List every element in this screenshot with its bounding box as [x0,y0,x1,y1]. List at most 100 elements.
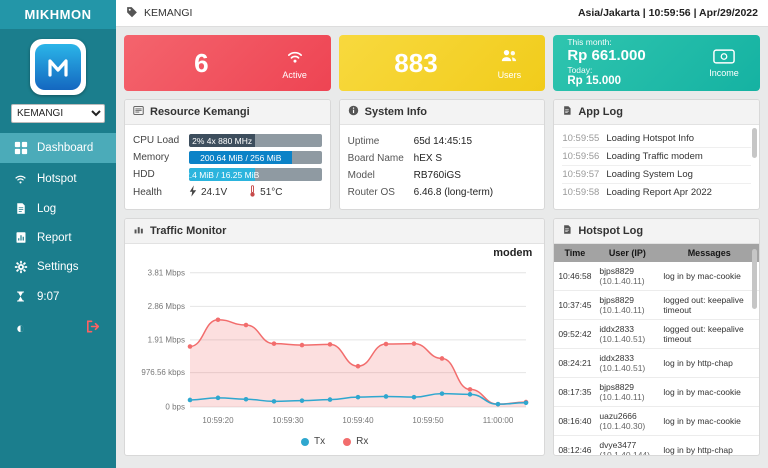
dashboard-icon [13,141,28,155]
cpu-load-bar-text: 2% 4x 880 MHz [192,135,253,146]
chart-legend: Tx Rx [133,436,536,447]
svg-text:976.56 kbps: 976.56 kbps [141,368,185,377]
main-area: KEMANGI Asia/Jakarta | 10:59:56 | Apr/29… [116,0,768,468]
income-card[interactable]: This month: Rp 661.000 Today: Rp 15.000 … [553,35,760,91]
si-value: hEX S [413,153,443,164]
money-icon [713,48,735,66]
sidebar-item-label: Report [37,231,72,244]
si-value: 6.46.8 (long-term) [413,187,494,198]
memory-row: Memory 200.64 MiB / 256 MiB [133,151,322,164]
info-icon [348,105,359,119]
scrollbar-thumb[interactable] [752,128,757,158]
gear-icon [13,260,28,274]
app-log-row: 10:59:57 Loading System Log [562,166,751,184]
hdd-bar-fill: 2.4 MiB / 16.25 MiB [189,168,259,181]
al-message: Loading Report Apr 2022 [606,187,712,198]
system-info-panel: System Info Uptime 65d 14:45:15 Board Na… [338,99,546,210]
document-icon [562,224,572,238]
sidebar-item-report[interactable]: Report [0,223,116,252]
income-card-label: Income [709,67,739,78]
system-info-title: System Info [364,106,428,118]
wifi-icon [13,171,28,186]
sidebar-item-session-timer[interactable]: 9:07 [0,282,116,311]
mikhmon-logo-icon [35,44,81,90]
log-time: 08:12:46 [554,435,596,455]
legend-item-tx: Tx [300,436,325,447]
app-log-row: 10:59:55 Loading Hotspot Info [562,130,751,148]
al-message: Loading System Log [606,169,693,180]
session-select[interactable]: KEMANGI [11,104,105,123]
log-time: 08:16:40 [554,406,596,436]
cpu-load-bar-fill: 2% 4x 880 MHz [189,134,256,147]
si-label: Model [347,170,375,181]
users-card-label: Users [497,70,522,80]
sidebar-item-label: Hotspot [37,172,77,185]
total-users-card[interactable]: 883 Users [338,35,546,91]
hotspot-log-panel: Hotspot Log Time User (IP) Messages 10:4… [553,218,760,456]
log-user: bjps8829 (10.1.40.11) [595,262,660,291]
memory-bar: 200.64 MiB / 256 MiB [189,151,322,164]
traffic-monitor-panel: Traffic Monitor modem 3.81 Mbps 2.86 Mbps… [124,218,546,456]
app-log-row: 10:59:56 Loading Traffic modem [562,148,751,166]
list-icon [133,105,144,119]
system-info-row: Router OS 6.46.8 (long-term) [348,187,537,198]
si-value: 65d 14:45:15 [413,136,473,147]
svg-text:2.86 Mbps: 2.86 Mbps [148,302,185,311]
log-message: log in by http-chap [659,348,759,378]
hdd-label: HDD [133,169,155,180]
sidebar-item-settings[interactable]: Settings [0,252,116,282]
al-time: 10:59:55 [562,133,600,144]
svg-text:10:59:50: 10:59:50 [412,416,444,425]
sidebar-item-label: Dashboard [37,142,94,154]
theme-toggle-icon[interactable]: ◐ [16,321,25,336]
svg-text:10:59:20: 10:59:20 [202,416,234,425]
log-user: iddx2833 (10.1.40.51) [595,348,660,378]
cpu-load-label: CPU Load [133,135,180,146]
topbar: KEMANGI Asia/Jakarta | 10:59:56 | Apr/29… [116,0,768,27]
clock-text: Asia/Jakarta | 10:59:56 | Apr/29/2022 [577,7,758,19]
memory-bar-text: 200.64 MiB / 256 MiB [200,152,282,163]
svg-text:11:00:00: 11:00:00 [483,416,514,425]
hotspot-log-row: 08:24:21 iddx2833 (10.1.40.51) log in by … [554,348,759,378]
dashboard-content: 6 Active 883 Users This month: Rp 661.00… [116,27,768,464]
hotspot-log-row: 09:52:42 iddx2833 (10.1.40.51) logged out… [554,319,759,349]
tx-legend-dot [300,437,309,446]
hourglass-icon [13,290,28,303]
system-info-row: Board Name hEX S [348,153,537,164]
logout-icon[interactable] [85,319,100,337]
active-card-label: Active [282,70,307,80]
log-time: 08:17:35 [554,377,596,407]
col-messages: Messages [659,244,759,262]
income-month-label: This month: [567,36,612,47]
legend-item-rx: Rx [343,436,368,447]
traffic-monitor-title: Traffic Monitor [150,225,227,237]
svg-text:10:59:40: 10:59:40 [342,416,374,425]
al-time: 10:59:56 [562,151,600,162]
sidebar-item-log[interactable]: Log [0,194,116,223]
system-info-row: Uptime 65d 14:45:15 [348,136,537,147]
log-user: bjps8829 (10.1.40.11) [595,377,660,407]
log-message: log in by mac-cookie [659,406,759,436]
cpu-load-bar: 2% 4x 880 MHz [189,134,322,147]
sidebar-item-dashboard[interactable]: Dashboard [0,133,116,163]
log-user: uazu2666 (10.1.40.30) [595,406,660,436]
active-users-card[interactable]: 6 Active [124,35,331,91]
memory-bar-fill: 200.64 MiB / 256 MiB [189,151,293,164]
hotspot-log-table: Time User (IP) Messages 10:46:58 bjps882… [554,244,759,455]
logo-card [30,39,86,95]
log-time: 10:37:45 [554,290,596,320]
users-count: 883 [394,47,438,78]
health-label: Health [133,187,162,198]
log-message: log in by mac-cookie [659,262,759,291]
scrollbar-thumb[interactable] [752,249,757,309]
log-time: 09:52:42 [554,319,596,349]
log-message: logged out: keepalive timeout [659,290,759,320]
hotspot-log-row: 08:12:46 dvye3477 (10.1.40.144) log in by… [554,435,759,455]
al-message: Loading Hotspot Info [606,133,695,144]
sidebar-item-hotspot[interactable]: Hotspot [0,163,116,194]
chart-icon [133,224,144,238]
system-info-row: Model RB760iGS [348,170,537,181]
resource-panel: Resource Kemangi CPU Load 2% 4x 880 MHz … [124,99,331,210]
si-label: Uptime [347,136,380,147]
hotspot-log-title: Hotspot Log [578,225,644,237]
